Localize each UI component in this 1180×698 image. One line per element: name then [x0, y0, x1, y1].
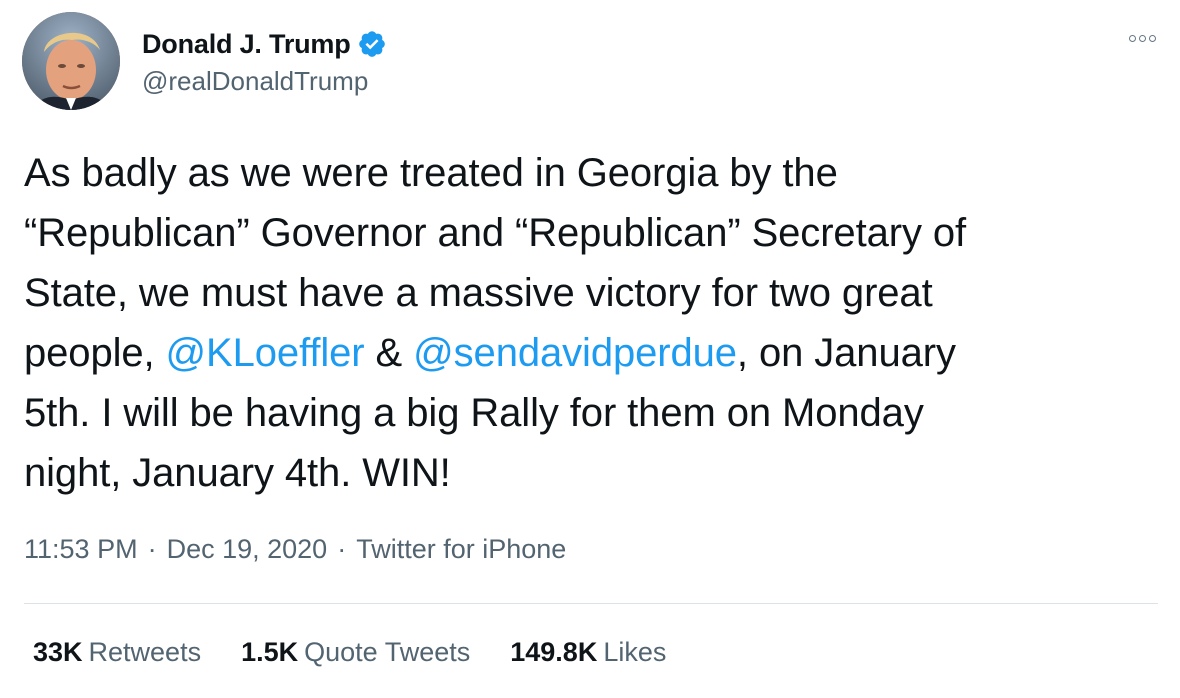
verified-badge-icon — [357, 29, 387, 59]
tweet-text-line: people, @KLoeffler & @sendavidperdue, on… — [24, 323, 1154, 383]
tweet-text-line: night, January 4th. WIN! — [24, 443, 1154, 503]
author-names: Donald J. Trump @realDonaldTrump — [142, 26, 387, 97]
retweets-stat[interactable]: 33K Retweets — [33, 637, 201, 668]
meta-separator: · — [337, 534, 347, 564]
quote-tweets-count: 1.5K — [241, 637, 299, 667]
tweet-text-segment: 5th. I will be having a big Rally for th… — [24, 391, 924, 435]
tweet-text: As badly as we were treated in Georgia b… — [24, 143, 1154, 503]
tweet-text-segment: night, January 4th. WIN! — [24, 451, 451, 495]
tweet-text-segment: , on January — [736, 331, 956, 375]
tweet-source[interactable]: Twitter for iPhone — [356, 534, 566, 565]
tweet-stats: 33K Retweets 1.5K Quote Tweets 149.8K Likes — [33, 637, 706, 668]
likes-stat[interactable]: 149.8K Likes — [510, 637, 666, 668]
display-name-row: Donald J. Trump — [142, 26, 387, 62]
tweet-text-line: “Republican” Governor and “Republican” S… — [24, 203, 1154, 263]
mention-link[interactable]: @KLoeffler — [166, 331, 365, 375]
profile-avatar[interactable] — [22, 12, 120, 110]
likes-label: Likes — [603, 637, 667, 667]
dot-icon — [1128, 34, 1136, 42]
tweet-card: Donald J. Trump @realDonaldTrump As badl… — [0, 0, 1180, 698]
tweet-time[interactable]: 11:53 PM — [24, 534, 138, 565]
more-options-icon[interactable] — [1122, 26, 1162, 50]
tweet-meta: 11:53 PM · Dec 19, 2020 · Twitter for iP… — [24, 534, 566, 565]
meta-separator: · — [147, 534, 157, 564]
avatar-image — [22, 12, 120, 110]
tweet-text-line: State, we must have a massive victory fo… — [24, 263, 1154, 323]
quote-tweets-label: Quote Tweets — [304, 637, 471, 667]
tweet-text-segment: “Republican” Governor and “Republican” S… — [24, 211, 967, 255]
author-handle[interactable]: @realDonaldTrump — [142, 66, 387, 97]
likes-count: 149.8K — [510, 637, 598, 667]
tweet-header: Donald J. Trump @realDonaldTrump — [22, 12, 1162, 112]
dot-icon — [1148, 34, 1156, 42]
tweet-text-segment: As badly as we were treated in Georgia b… — [24, 151, 838, 195]
retweets-count: 33K — [33, 637, 83, 667]
tweet-text-line: 5th. I will be having a big Rally for th… — [24, 383, 1154, 443]
tweet-text-segment: people, — [24, 331, 166, 375]
tweet-text-segment: & — [364, 331, 414, 375]
display-name[interactable]: Donald J. Trump — [142, 29, 351, 60]
tweet-date[interactable]: Dec 19, 2020 — [167, 534, 328, 565]
tweet-text-line: As badly as we were treated in Georgia b… — [24, 143, 1154, 203]
dot-icon — [1138, 34, 1146, 42]
tweet-text-segment: State, we must have a massive victory fo… — [24, 271, 933, 315]
divider — [24, 603, 1158, 604]
retweets-label: Retweets — [88, 637, 202, 667]
quote-tweets-stat[interactable]: 1.5K Quote Tweets — [241, 637, 470, 668]
mention-link[interactable]: @sendavidperdue — [413, 331, 737, 375]
